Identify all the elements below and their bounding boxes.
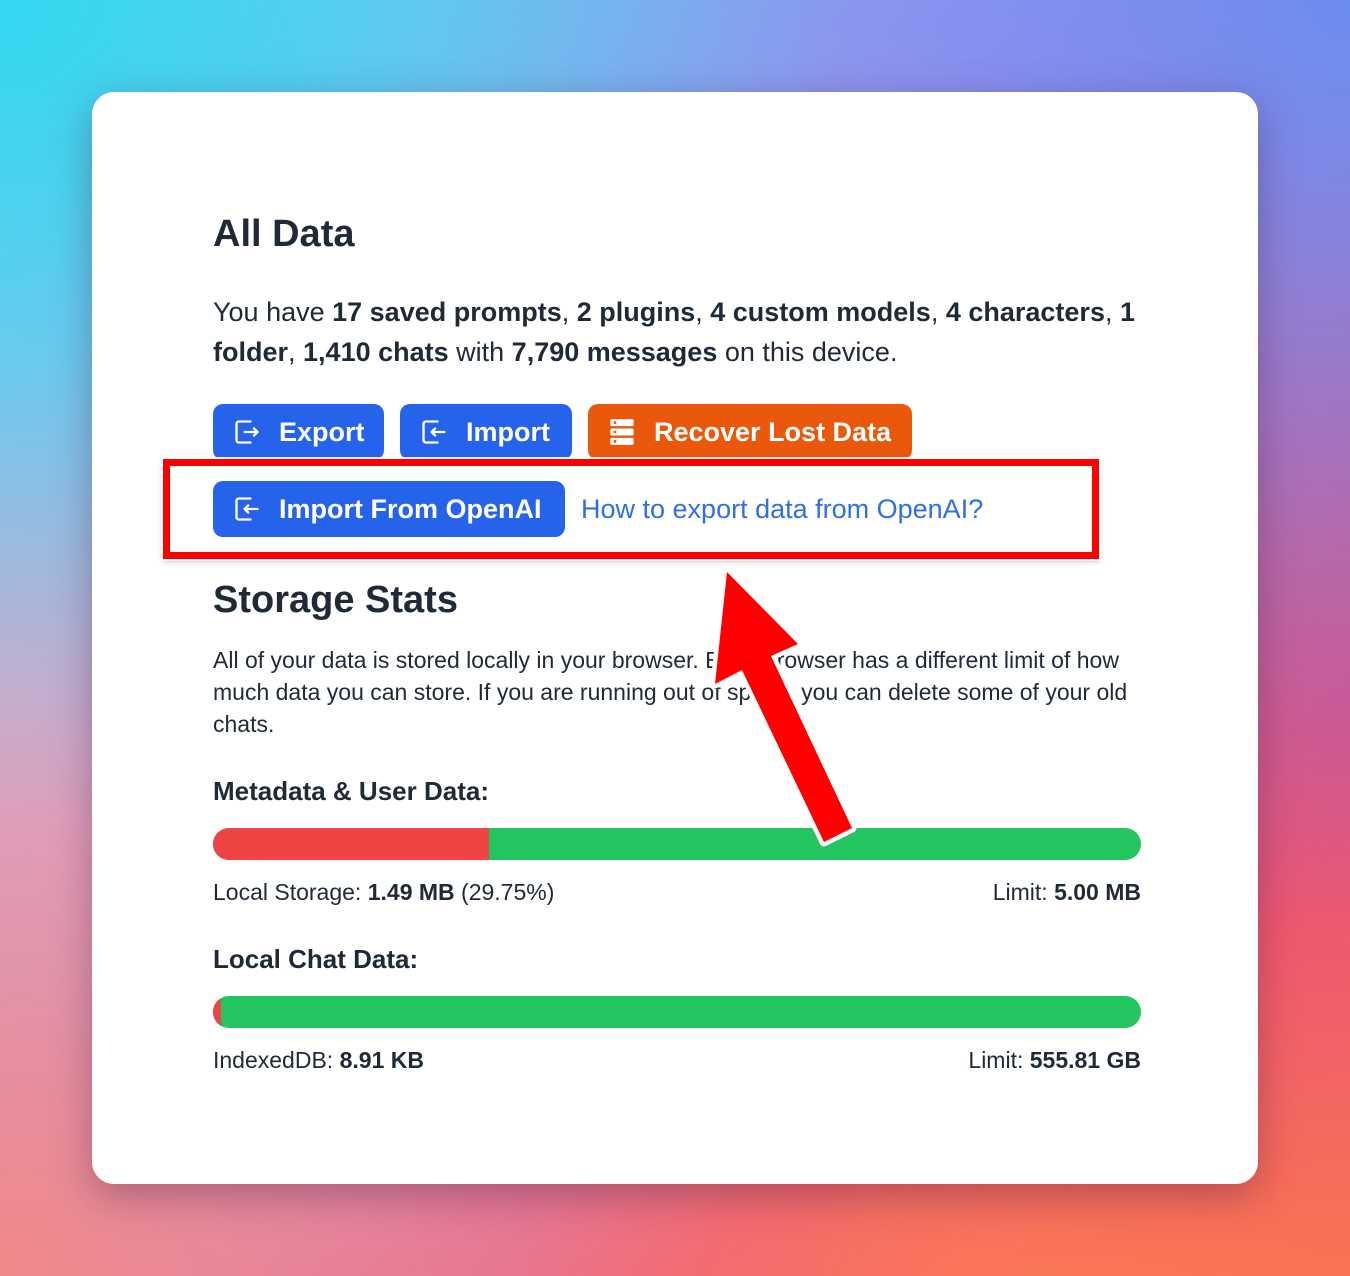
- summary-chats-count: 1,410 chats: [303, 337, 449, 367]
- indexeddb-value: 8.91 KB: [339, 1047, 424, 1073]
- export-button[interactable]: Export: [213, 404, 384, 460]
- all-data-title: All Data: [213, 213, 355, 255]
- local-storage-value: 1.49 MB: [367, 879, 455, 905]
- chat-data-usage-bar: [213, 996, 1141, 1028]
- indexeddb-limit: Limit: 555.81 GB: [968, 1044, 1141, 1076]
- chat-data-section-label: Local Chat Data:: [213, 944, 419, 974]
- recover-label: Recover Lost Data: [654, 416, 892, 447]
- limit-value: 555.81 GB: [1029, 1047, 1141, 1073]
- annotation-arrow-fill: [715, 572, 852, 842]
- summary-messages-count: 7,790 messages: [511, 337, 718, 367]
- data-settings-card: All Data You have 17 saved prompts, 2 pl…: [92, 92, 1258, 1184]
- import-icon: [420, 418, 448, 446]
- summary-text: ,: [930, 297, 946, 327]
- summary-text: on this device.: [717, 337, 898, 367]
- metadata-stats-row: Local Storage: 1.49 MB (29.75%) Limit: 5…: [213, 876, 1141, 908]
- limit-label: Limit:: [968, 1047, 1030, 1073]
- summary-text: ,: [288, 337, 304, 367]
- summary-models-count: 4 custom models: [710, 297, 931, 327]
- indexeddb-label: IndexedDB:: [213, 1047, 340, 1073]
- chat-data-usage-fill: [213, 996, 221, 1028]
- summary-characters-count: 4 characters: [945, 297, 1105, 327]
- metadata-usage-fill: [213, 828, 490, 860]
- local-storage-label: Local Storage:: [213, 879, 368, 905]
- indexeddb-usage: IndexedDB: 8.91 KB: [213, 1044, 424, 1076]
- recover-lost-data-button[interactable]: Recover Lost Data: [588, 404, 912, 460]
- import-label: Import: [466, 416, 550, 447]
- local-storage-percent: (29.75%): [461, 879, 555, 905]
- summary-plugins-count: 2 plugins: [576, 297, 696, 327]
- local-storage-usage: Local Storage: 1.49 MB (29.75%): [213, 876, 554, 908]
- database-icon: [608, 418, 636, 446]
- summary-text: ,: [1104, 297, 1120, 327]
- data-summary: You have 17 saved prompts, 2 plugins, 4 …: [213, 292, 1153, 372]
- summary-text: ,: [561, 297, 577, 327]
- limit-label: Limit:: [992, 879, 1055, 905]
- summary-text: You have: [213, 297, 333, 327]
- summary-text: ,: [695, 297, 711, 327]
- metadata-usage-bar: [213, 828, 1141, 860]
- annotation-highlight-box: [163, 459, 1099, 559]
- import-button[interactable]: Import: [400, 404, 572, 460]
- chat-data-stats-row: IndexedDB: 8.91 KB Limit: 555.81 GB: [213, 1044, 1141, 1076]
- export-label: Export: [279, 416, 365, 447]
- export-icon: [233, 418, 261, 446]
- storage-stats-title: Storage Stats: [213, 579, 458, 621]
- annotation-arrow: [710, 567, 857, 847]
- local-storage-limit: Limit: 5.00 MB: [993, 876, 1141, 908]
- limit-value: 5.00 MB: [1054, 879, 1141, 905]
- summary-text: with: [448, 337, 512, 367]
- storage-description: All of your data is stored locally in yo…: [213, 647, 1128, 737]
- summary-prompts-count: 17 saved prompts: [332, 297, 562, 327]
- metadata-section-label: Metadata & User Data:: [213, 776, 489, 806]
